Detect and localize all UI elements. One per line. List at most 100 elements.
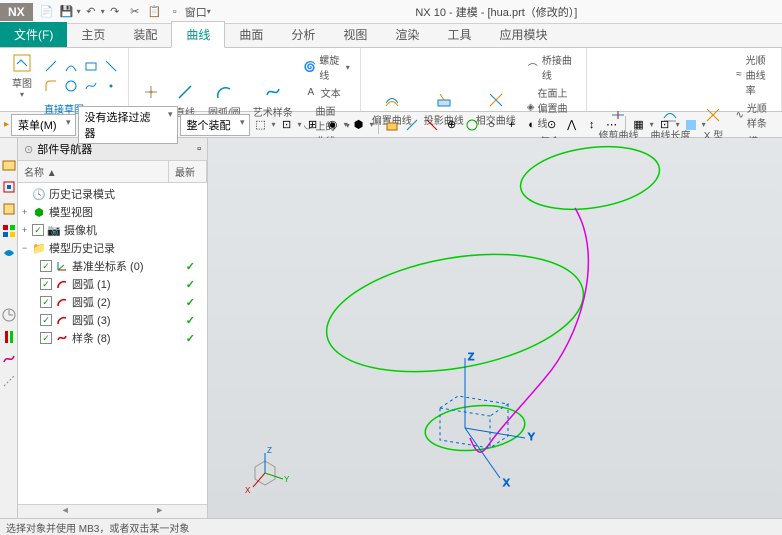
tb-icon-20[interactable] (682, 116, 700, 134)
tb-icon-19[interactable]: ⊡ (656, 116, 674, 134)
tb-icon-13[interactable]: ◐ (523, 116, 541, 134)
nav-icon-1[interactable] (2, 158, 16, 172)
smooth-rate-button[interactable]: ≈光顺曲线率 (733, 51, 773, 98)
menu-caret-icon: ▸ (4, 119, 9, 130)
col-status[interactable]: 最新 (169, 161, 207, 182)
menu-dropdown[interactable]: 菜单(M) (11, 114, 76, 136)
svg-text:Z: Z (267, 446, 272, 455)
ribbon-group-sketch: 草图 ▾ 直接草图 (0, 48, 129, 111)
tab-view[interactable]: 视图 (329, 22, 381, 47)
tab-home[interactable]: 主页 (67, 22, 119, 47)
tb-icon-2[interactable]: ⊡ (278, 116, 296, 134)
nav-icon-2[interactable] (2, 180, 16, 194)
nav-icon-5[interactable] (2, 246, 16, 260)
tab-app[interactable]: 应用模块 (485, 22, 561, 47)
ribbon-group-derived: 偏置曲线 投影曲线 相交曲线 ⌒桥接曲线 ◈在面上偏置曲线 ⊕复合曲线▾ 派生曲… (361, 48, 588, 111)
art-spline-button[interactable]: 艺术样条 (250, 80, 296, 120)
arc-icon (55, 295, 69, 309)
titlebar: NX 📄 💾 ▾ ↶ ▾ ↷ ✂ 📋 ▫ 窗口 ▾ NX 10 - 建模 - [… (0, 0, 782, 24)
tb-icon-6[interactable] (383, 116, 401, 134)
filter-dropdown[interactable]: 没有选择过滤器 (78, 106, 178, 144)
menu-tabs: 文件(F) 主页 装配 曲线 曲面 分析 视图 渲染 工具 应用模块 (0, 24, 782, 48)
tb-icon-16[interactable]: ↕ (583, 116, 601, 134)
tab-file[interactable]: 文件(F) (0, 22, 67, 47)
fillet-tool-icon[interactable] (42, 77, 60, 95)
camera-icon: 📷 (47, 223, 61, 237)
navigator-columns: 名称 ▲ 最新 (18, 161, 207, 183)
tab-curve[interactable]: 曲线 (171, 21, 225, 48)
tb-icon-1[interactable]: ⬚ (252, 116, 270, 134)
tree-camera[interactable]: +✓📷摄像机 (18, 221, 207, 239)
window-icon[interactable]: ▫ (165, 2, 185, 22)
nav-icon-3[interactable] (2, 202, 16, 216)
spiral-button[interactable]: 🌀螺旋线▾ (302, 51, 352, 83)
tb-icon-8[interactable] (423, 116, 441, 134)
tree-model-history[interactable]: −📁模型历史记录 (18, 239, 207, 257)
navigator-scroll[interactable]: ◄► (18, 504, 207, 518)
cut-icon[interactable]: ✂ (125, 2, 145, 22)
arc-icon (55, 277, 69, 291)
tb-icon-4[interactable]: ◉ (324, 116, 342, 134)
point-tool-icon[interactable] (102, 77, 120, 95)
spline-tool-icon[interactable] (82, 77, 100, 95)
tab-surface[interactable]: 曲面 (225, 22, 277, 47)
col-name[interactable]: 名称 ▲ (18, 161, 169, 182)
svg-text:Z: Z (468, 352, 474, 363)
circle-tool-icon[interactable] (62, 77, 80, 95)
undo-icon[interactable]: ↶ (81, 2, 101, 22)
save-icon[interactable]: 💾 (57, 2, 77, 22)
arc-tool-icon[interactable] (62, 57, 80, 75)
tb-icon-11[interactable]: ○ (483, 116, 501, 134)
clock-icon: 🕓 (32, 187, 46, 201)
tab-assembly[interactable]: 装配 (119, 22, 171, 47)
smooth-spline-button[interactable]: ∿光顺样条 (733, 99, 773, 131)
rect-tool-icon[interactable] (82, 57, 100, 75)
tb-icon-10[interactable] (463, 116, 481, 134)
viewport-3d[interactable]: Z Y X Z Y X (208, 138, 782, 518)
tab-render[interactable]: 渲染 (381, 22, 433, 47)
tb-icon-12[interactable]: + (503, 116, 521, 134)
window-label[interactable]: 窗口 (185, 4, 207, 20)
tb-icon-9[interactable]: ⊕ (443, 116, 461, 134)
diag-tool-icon[interactable] (102, 57, 120, 75)
tree-arc-3[interactable]: ✓圆弧 (3)✓ (18, 311, 207, 329)
csys-icon (55, 259, 69, 273)
tb-icon-18[interactable]: ▦ (630, 116, 648, 134)
tb-icon-17[interactable]: ⋯ (603, 116, 621, 134)
bridge-curve-button[interactable]: ⌒桥接曲线 (525, 51, 579, 83)
ribbon-group-curve: 点 直线 圆弧/圆 艺术样条 🌀螺旋线▾ A文本 ◡曲面上的曲线▾ 曲线 (129, 48, 361, 111)
line-tool-icon[interactable] (42, 57, 60, 75)
nav-icon-4[interactable] (2, 224, 16, 238)
tb-icon-7[interactable] (403, 116, 421, 134)
tab-analysis[interactable]: 分析 (277, 22, 329, 47)
sketch-button[interactable]: 草图 ▾ (8, 51, 36, 100)
ribbon: 草图 ▾ 直接草图 点 直线 圆弧/圆 艺术样条 🌀螺旋线▾ (0, 48, 782, 112)
tb-icon-3[interactable]: ⊞ (304, 116, 322, 134)
part-navigator: ⊙ 部件导航器 ▫ 名称 ▲ 最新 🕓历史记录模式 +⬢模型视图 +✓📷摄像机 … (18, 138, 208, 518)
scope-dropdown[interactable]: 整个装配 (180, 114, 250, 136)
status-bar: 选择对象并使用 MB3，或者双击某一对象 (0, 518, 782, 535)
sketch-line-grid (42, 57, 120, 95)
tree-history-mode[interactable]: 🕓历史记录模式 (18, 185, 207, 203)
copy-icon[interactable]: 📋 (145, 2, 165, 22)
tree-arc-1[interactable]: ✓圆弧 (1)✓ (18, 275, 207, 293)
tb-icon-5[interactable]: ⬢ (350, 116, 368, 134)
nav-icon-6[interactable] (2, 308, 16, 322)
nav-icon-8[interactable] (2, 352, 16, 366)
spline-icon (55, 331, 69, 345)
tab-tool[interactable]: 工具 (433, 22, 485, 47)
tb-icon-15[interactable]: ⋀ (563, 116, 581, 134)
svg-text:X: X (503, 478, 510, 489)
tree-arc-2[interactable]: ✓圆弧 (2)✓ (18, 293, 207, 311)
nav-icon-7[interactable] (2, 330, 16, 344)
panel-close-icon[interactable]: ▫ (197, 143, 201, 155)
text-button[interactable]: A文本 (302, 84, 352, 101)
tree-spline-8[interactable]: ✓样条 (8)✓ (18, 329, 207, 347)
new-icon[interactable]: 📄 (37, 2, 57, 22)
redo-icon[interactable]: ↷ (105, 2, 125, 22)
tb-icon-14[interactable]: ⊙ (543, 116, 561, 134)
tree-csys[interactable]: ✓基准坐标系 (0)✓ (18, 257, 207, 275)
nav-icon-9[interactable] (2, 374, 16, 388)
tree-model-view[interactable]: +⬢模型视图 (18, 203, 207, 221)
svg-text:Y: Y (528, 432, 535, 443)
